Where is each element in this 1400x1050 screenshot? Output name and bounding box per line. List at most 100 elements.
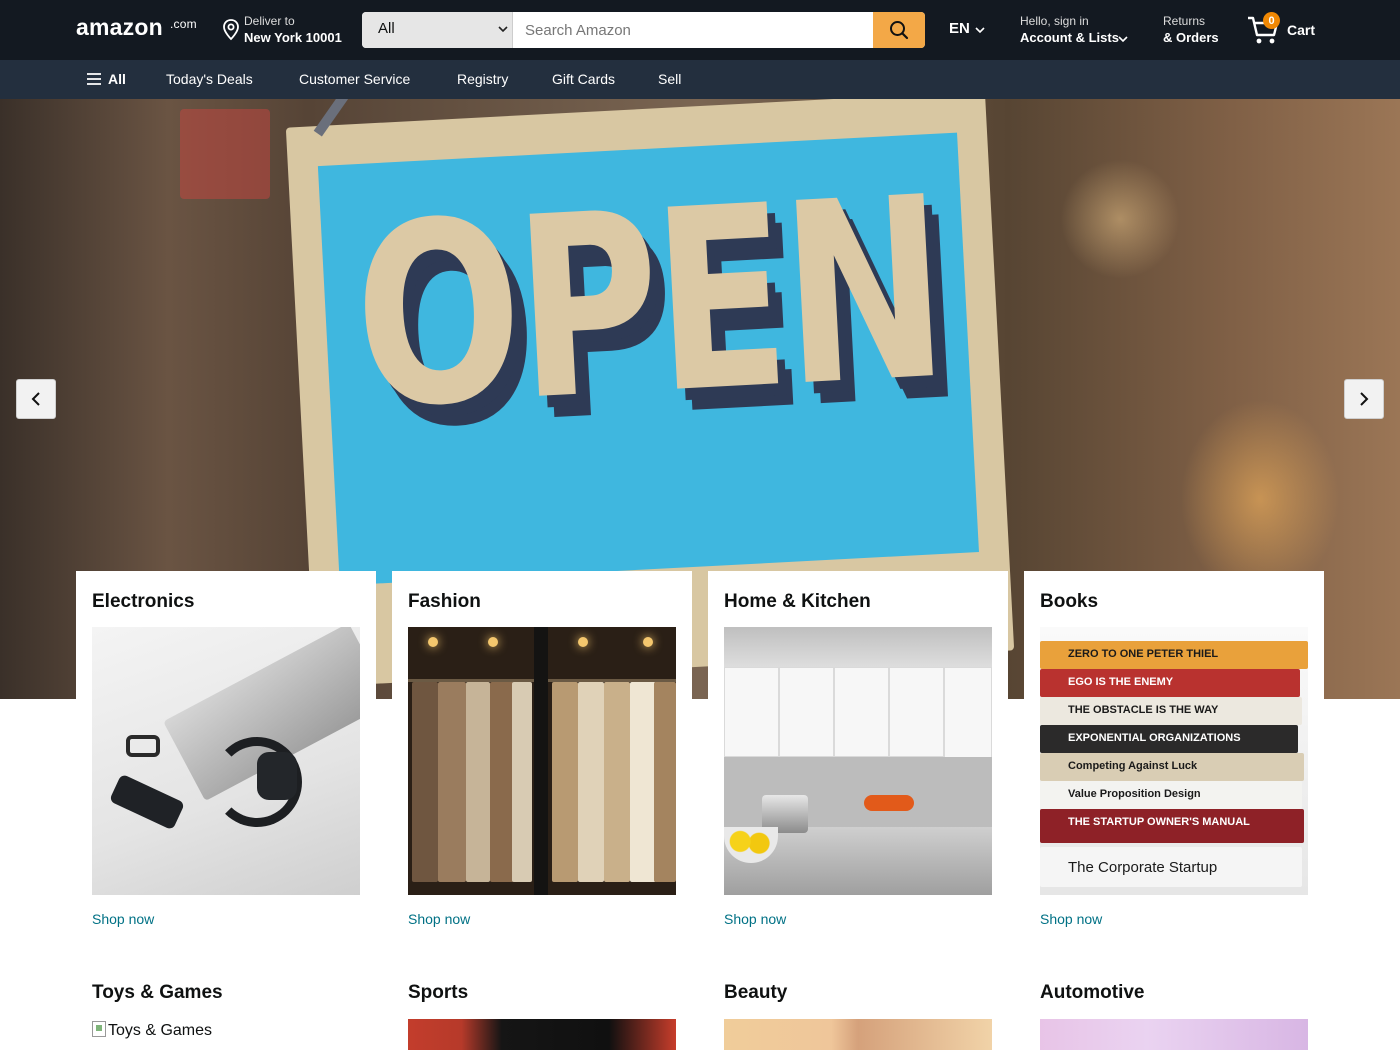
all-menu-button[interactable]: All	[86, 71, 126, 87]
category-image-fashion[interactable]	[408, 627, 676, 895]
nav-gift-cards[interactable]: Gift Cards	[552, 71, 615, 87]
orders-label: & Orders	[1163, 30, 1219, 45]
category-card-toys-games: Toys & Games Toys & Games	[76, 961, 376, 1050]
shop-now-link[interactable]: Shop now	[724, 911, 786, 927]
image-alt-text: Toys & Games	[108, 1022, 213, 1039]
broken-image-icon	[92, 1021, 106, 1037]
hero-background-detail	[180, 109, 270, 199]
book-spine: The Corporate Startup	[1040, 847, 1302, 887]
sub-navigation: All Today's Deals Customer Service Regis…	[0, 60, 1400, 99]
search-icon	[890, 21, 909, 40]
category-image-electronics[interactable]	[92, 627, 360, 895]
clothing-item	[552, 682, 578, 882]
account-menu[interactable]: Hello, sign in Account & Lists	[1020, 14, 1128, 45]
top-header: amazon .com Deliver to New York 10001 All…	[0, 0, 1400, 60]
clothing-item	[630, 682, 656, 882]
ceiling-light	[643, 637, 653, 647]
nav-registry[interactable]: Registry	[457, 71, 508, 87]
nav-todays-deals[interactable]: Today's Deals	[166, 71, 253, 87]
hero-background-light	[1060, 159, 1180, 279]
chevron-down-icon	[1118, 36, 1128, 43]
category-title: Automotive	[1040, 982, 1145, 1003]
shop-now-link[interactable]: Shop now	[408, 911, 470, 927]
all-menu-label: All	[108, 71, 126, 87]
category-card-home-kitchen: Home & Kitchen Shop now	[708, 571, 1008, 961]
ceiling-light	[578, 637, 588, 647]
category-title: Home & Kitchen	[724, 591, 871, 612]
watch-shape	[126, 735, 160, 757]
returns-orders[interactable]: Returns & Orders	[1163, 14, 1219, 45]
kitchen-cabinet	[779, 667, 834, 757]
clothing-item	[512, 682, 532, 882]
hero-background-light	[1180, 399, 1340, 599]
cart-label: Cart	[1287, 22, 1316, 38]
kitchen-pan	[864, 795, 914, 811]
category-card-beauty: Beauty	[708, 961, 1008, 1050]
hamburger-menu-icon	[87, 73, 101, 85]
clothing-item	[412, 682, 438, 882]
hero-sign-text: OPEN	[348, 142, 950, 465]
account-lists-label: Account & Lists	[1020, 30, 1119, 45]
language-selector[interactable]: EN	[949, 20, 985, 37]
nav-customer-service[interactable]: Customer Service	[299, 71, 410, 87]
category-card-automotive: Automotive	[1024, 961, 1324, 1050]
book-spine: EGO IS THE ENEMY	[1040, 669, 1300, 697]
category-card-books: Books ZERO TO ONE PETER THIEL EGO IS THE…	[1024, 571, 1324, 961]
clothing-item	[654, 682, 676, 882]
chevron-left-icon	[31, 392, 40, 406]
book-spine: Competing Against Luck	[1040, 753, 1304, 781]
account-greeting: Hello, sign in	[1020, 14, 1089, 28]
search-category-select[interactable]: All	[362, 12, 513, 48]
logo-suffix: .com	[170, 17, 197, 31]
ceiling-light	[428, 637, 438, 647]
clothing-item	[438, 682, 466, 882]
search-input[interactable]	[513, 12, 873, 48]
returns-label: Returns	[1163, 14, 1206, 28]
search-button[interactable]	[873, 12, 925, 48]
clothing-item	[578, 682, 604, 882]
category-title: Books	[1040, 591, 1099, 612]
book-spine: Value Proposition Design	[1040, 781, 1302, 809]
chevron-right-icon	[1360, 392, 1369, 406]
category-image-automotive[interactable]	[1040, 1019, 1308, 1050]
clothing-item	[604, 682, 630, 882]
book-spine: ZERO TO ONE PETER THIEL	[1040, 641, 1308, 669]
clothing-item	[466, 682, 490, 882]
category-image-sports[interactable]	[408, 1019, 676, 1050]
book-spine: THE STARTUP OWNER'S MANUAL	[1040, 809, 1304, 843]
deliver-label: Deliver to	[244, 14, 295, 28]
category-title: Beauty	[724, 982, 788, 1003]
shop-now-link[interactable]: Shop now	[92, 911, 154, 927]
category-title: Fashion	[408, 591, 481, 612]
clothing-item	[490, 682, 514, 882]
kitchen-cabinet	[889, 667, 944, 757]
shop-now-link[interactable]: Shop now	[1040, 911, 1102, 927]
book-spine: EXPONENTIAL ORGANIZATIONS	[1040, 725, 1298, 753]
category-image-books[interactable]: ZERO TO ONE PETER THIEL EGO IS THE ENEMY…	[1040, 627, 1308, 895]
logo-text: amazon	[76, 14, 163, 40]
category-image-home-kitchen[interactable]	[724, 627, 992, 895]
nav-sell[interactable]: Sell	[658, 71, 681, 87]
kitchen-cabinet	[724, 667, 779, 757]
phone-shape	[108, 773, 186, 831]
carousel-prev-button[interactable]	[16, 379, 56, 419]
category-card-fashion: Fashion Shop now	[392, 571, 692, 961]
category-title: Toys & Games	[92, 982, 223, 1003]
deliver-location: New York 10001	[244, 30, 342, 45]
category-image-beauty[interactable]	[724, 1019, 992, 1050]
category-image-toys-games[interactable]: Toys & Games	[92, 1021, 212, 1040]
cart-button[interactable]: 0 Cart	[1246, 12, 1326, 48]
clothing-rack-post	[534, 627, 548, 895]
language-value: EN	[949, 20, 970, 37]
cart-count-badge: 0	[1263, 12, 1280, 29]
category-card-sports: Sports	[392, 961, 692, 1050]
headphones-cup-shape	[257, 752, 297, 800]
amazon-logo[interactable]: amazon .com	[76, 14, 197, 41]
search-bar: All	[362, 12, 925, 48]
chevron-down-icon	[498, 26, 508, 33]
carousel-next-button[interactable]	[1344, 379, 1384, 419]
category-title: Sports	[408, 982, 469, 1003]
category-title: Electronics	[92, 591, 195, 612]
chevron-down-icon	[975, 27, 985, 34]
ceiling-light	[488, 637, 498, 647]
